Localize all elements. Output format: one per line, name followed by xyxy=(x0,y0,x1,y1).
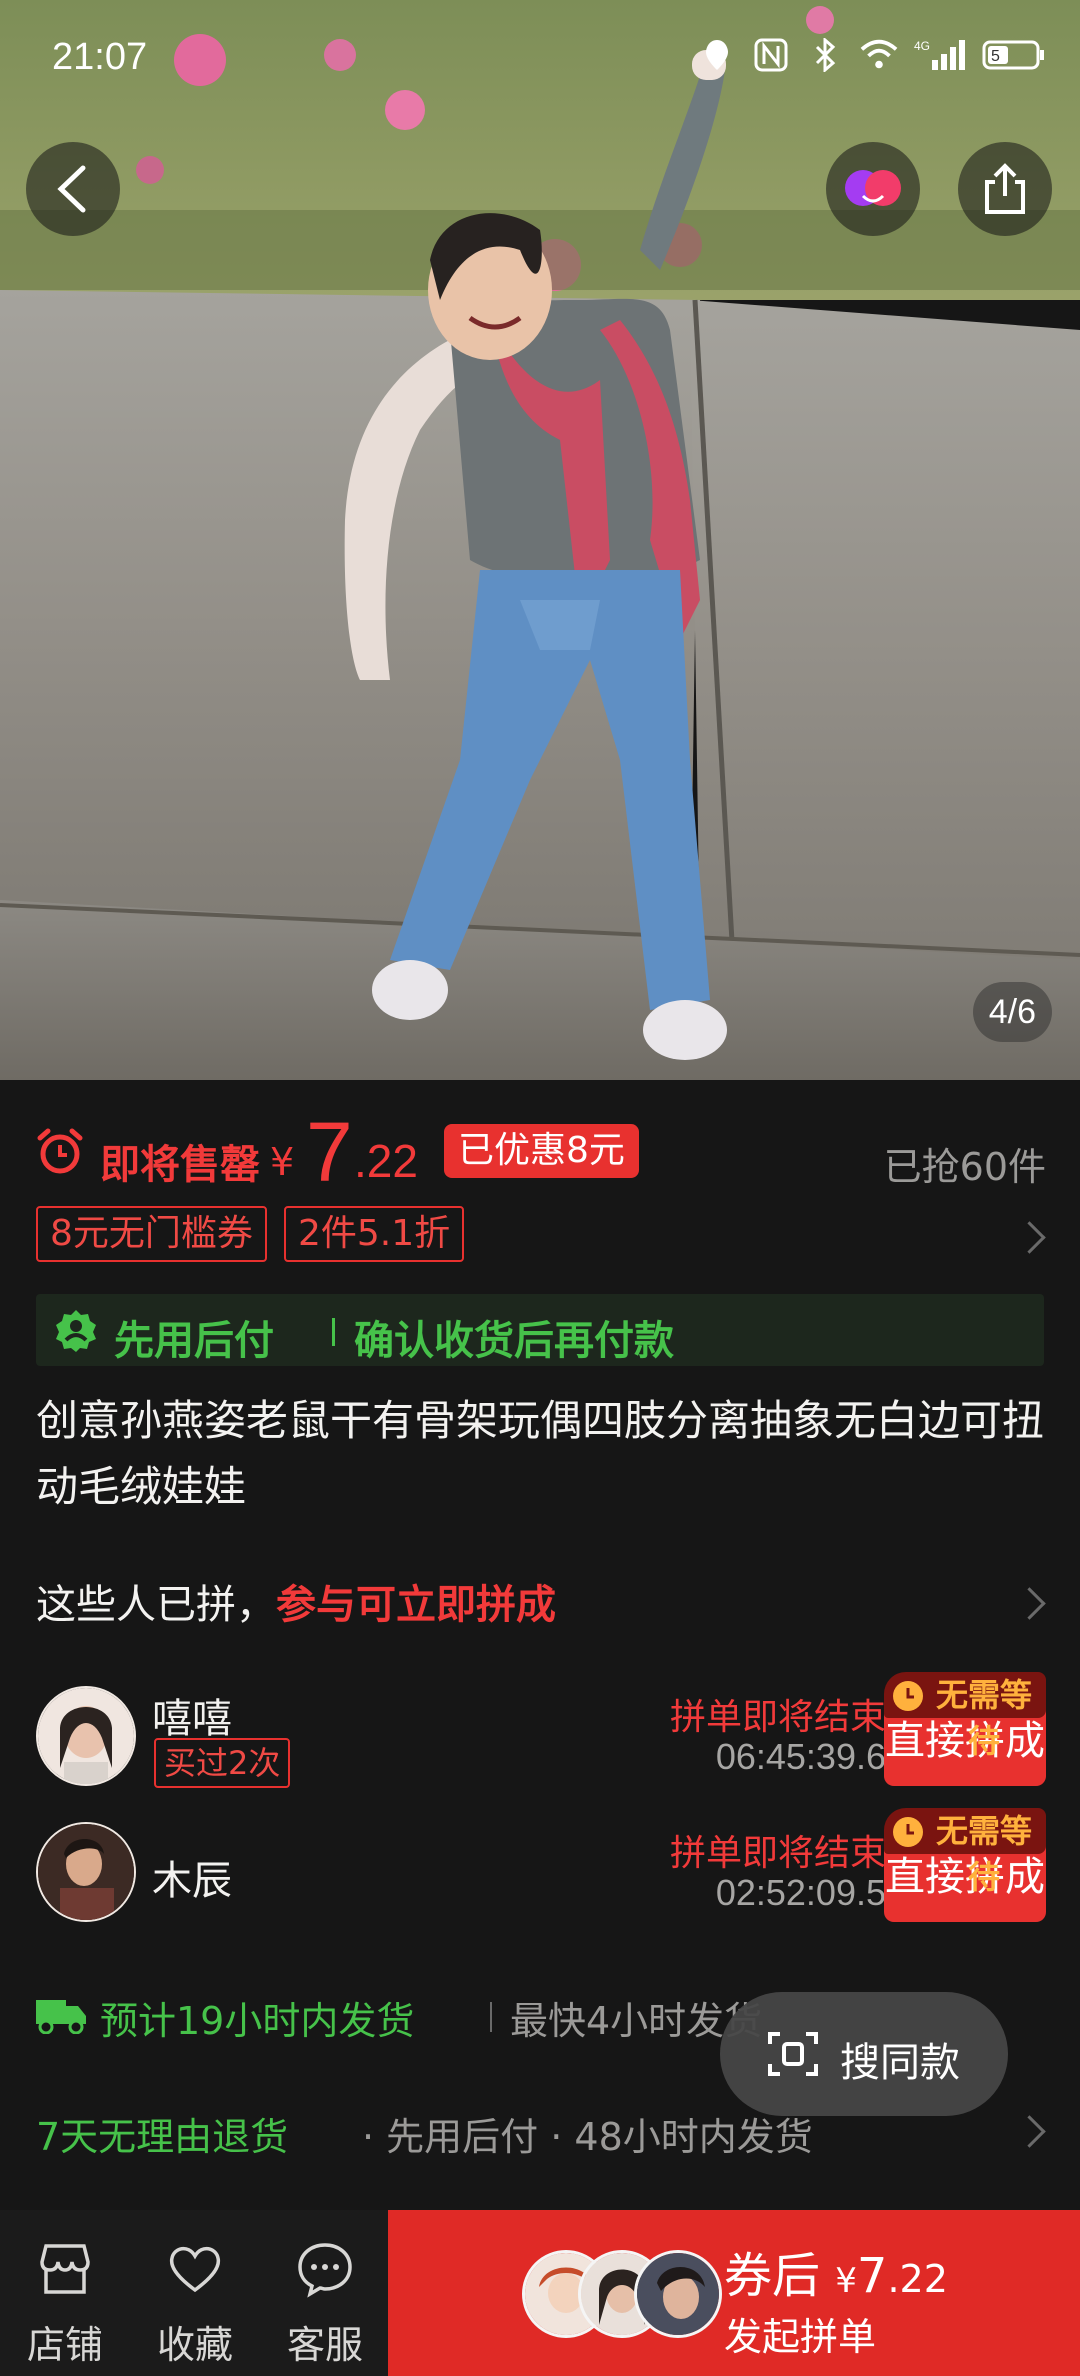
signal-icon: 4G xyxy=(914,36,966,74)
ai-assistant-button[interactable] xyxy=(826,142,920,236)
currency-symbol: ¥ xyxy=(270,1140,295,1184)
image-counter: 4/6 xyxy=(972,982,1052,1042)
coupon-row[interactable]: 8元无门槛券 2件5.1折 xyxy=(36,1206,476,1262)
heart-logo-icon xyxy=(845,170,901,206)
coupon-price: 券后 ¥7.22 xyxy=(724,2236,948,2306)
tab-label: 店铺 xyxy=(26,2323,103,2367)
member-name: 嘻嘻 xyxy=(152,1696,232,1742)
product-photo xyxy=(0,0,1080,1080)
group-buy-header[interactable]: 这些人已拼，参与可立即拼成 xyxy=(36,1572,1046,1636)
coupon-tag[interactable]: 8元无门槛券 xyxy=(36,1206,267,1262)
svg-text:5: 5 xyxy=(991,48,1000,65)
chevron-left-icon xyxy=(57,165,86,213)
store-icon xyxy=(40,2244,90,2294)
no-wait-tag: 无需等待 xyxy=(884,1672,1046,1760)
status-bar: 21:07 4G 5 xyxy=(0,0,1080,110)
coupon-tag[interactable]: 2件5.1折 xyxy=(284,1206,465,1262)
price-integer: 7 xyxy=(306,1105,353,1199)
purchase-badge: 买过2次 xyxy=(154,1738,291,1788)
price-row: 即将售罄 ¥ 7 .22 已优惠8元 已抢60件 xyxy=(36,1105,1046,1200)
alarm-clock-icon xyxy=(37,1128,83,1174)
alarm-clock-icon xyxy=(893,1817,923,1847)
join-group-label: 直接拼成 xyxy=(885,1854,1045,1900)
pay-later-detail: 确认收货后再付款 xyxy=(354,1318,674,1364)
scan-icon xyxy=(768,2032,818,2076)
group-ending-label: 拼单即将结束 xyxy=(669,1697,886,1738)
search-similar-label: 搜同款 xyxy=(840,2040,960,2086)
group-ending-label: 拼单即将结束 xyxy=(669,1833,886,1874)
no-wait-tag: 无需等待 xyxy=(884,1808,1046,1896)
return-policy: 7天无理由退货 xyxy=(36,2115,289,2159)
chevron-right-icon[interactable] xyxy=(1013,1221,1046,1254)
member-name: 木辰 xyxy=(152,1858,232,1904)
countdown-timer: 02:52:09.5 xyxy=(715,1872,886,1913)
heart-icon xyxy=(169,2246,221,2293)
bottom-action-bar: 店铺 收藏 客服 券后 ¥7.22 发起拼单 xyxy=(0,2210,1080,2376)
tab-label: 客服 xyxy=(286,2323,363,2367)
shipping-estimate: 预计19小时内发货 xyxy=(100,1999,415,2043)
group-buy-highlight: 参与可立即拼成 xyxy=(276,1582,556,1628)
group-member-row: 木辰 拼单即将结束 02:52:09.5 直接拼成 无需等待 xyxy=(36,1808,1046,1926)
tab-favorite[interactable]: 收藏 xyxy=(130,2210,260,2376)
search-similar-button[interactable]: 搜同款 xyxy=(720,1992,1008,2116)
price-integer: 7 xyxy=(856,2248,888,2304)
tab-label: 收藏 xyxy=(156,2323,233,2367)
badge-check-icon xyxy=(56,1310,96,1352)
pay-later-label: 先用后付 xyxy=(114,1318,274,1364)
bluetooth-icon xyxy=(806,36,844,74)
coupon-price-prefix: 券后 xyxy=(724,2248,821,2304)
share-icon xyxy=(985,163,1025,214)
chat-icon xyxy=(298,2243,352,2298)
truck-icon xyxy=(36,2000,86,2034)
product-image-carousel[interactable]: 21:07 4G 5 4/6 xyxy=(0,0,1080,1080)
currency-symbol: ¥ xyxy=(835,2261,857,2301)
join-group-button[interactable]: 直接拼成 无需等待 xyxy=(884,1672,1046,1786)
sold-count: 已抢60件 xyxy=(883,1145,1046,1189)
countdown-timer: 06:45:39.6 xyxy=(715,1736,886,1777)
flash-sale-label: 即将售罄 xyxy=(100,1142,260,1188)
product-title: 创意孙燕姿老鼠干有骨架玩偶四肢分离抽象无白边可扭动毛绒娃娃 xyxy=(36,1396,1045,1511)
price-decimal: .22 xyxy=(887,2257,948,2301)
wifi-icon xyxy=(860,36,898,74)
share-button[interactable] xyxy=(958,142,1052,236)
nfc-icon xyxy=(752,36,790,74)
location-icon xyxy=(698,36,736,74)
join-group-button[interactable]: 直接拼成 无需等待 xyxy=(884,1808,1046,1922)
group-buy-heading: 这些人已拼， xyxy=(36,1582,276,1628)
avatar xyxy=(36,1686,136,1786)
group-member-row: 嘻嘻 买过2次 拼单即将结束 06:45:39.6 直接拼成 无需等待 xyxy=(36,1672,1046,1790)
status-time: 21:07 xyxy=(52,36,148,78)
join-group-label: 直接拼成 xyxy=(885,1718,1045,1764)
discount-badge: 已优惠8元 xyxy=(444,1124,639,1178)
avatar xyxy=(634,2250,722,2338)
start-group-buy-label: 发起拼单 xyxy=(724,2315,877,2359)
start-group-buy-button[interactable]: 券后 ¥7.22 发起拼单 xyxy=(388,2210,1080,2376)
tab-store[interactable]: 店铺 xyxy=(0,2210,130,2376)
avatar xyxy=(36,1822,136,1922)
divider xyxy=(490,2002,492,2032)
divider xyxy=(332,1318,335,1346)
price-decimal: .22 xyxy=(354,1135,418,1187)
battery-icon: 5 xyxy=(982,36,1046,74)
pay-later-banner[interactable]: 先用后付 确认收货后再付款 xyxy=(36,1294,1044,1366)
alarm-clock-icon xyxy=(893,1681,923,1711)
service-extras: · 先用后付 · 48小时内发货 xyxy=(362,2115,813,2159)
svg-text:4G: 4G xyxy=(914,39,930,53)
back-button[interactable] xyxy=(26,142,120,236)
tab-customer-service[interactable]: 客服 xyxy=(260,2210,390,2376)
